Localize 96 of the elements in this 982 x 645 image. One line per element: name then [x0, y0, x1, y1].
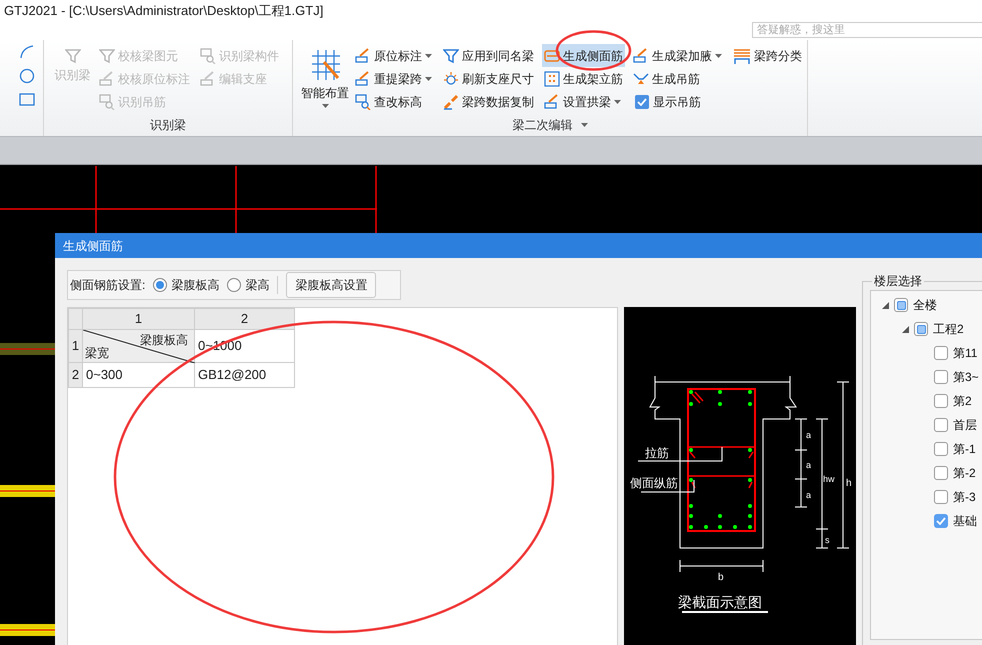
tree-checkbox[interactable]	[934, 514, 948, 528]
ribbon-button[interactable]: 重提梁跨	[353, 67, 434, 90]
column-header: 1	[82, 308, 194, 329]
caret-icon	[425, 76, 432, 80]
ribbon-button[interactable]: 梁跨数据复制	[441, 90, 536, 113]
caret-icon	[715, 54, 722, 58]
search-icon	[99, 94, 115, 110]
ribbon-button[interactable]: 梁跨分类	[731, 44, 804, 67]
radio-button[interactable]	[153, 278, 168, 292]
window-title: GTJ2021 - [C:\Users\Administrator\Desktop\工程1.GTJ]	[4, 2, 324, 20]
checkbox[interactable]	[635, 94, 649, 108]
tree-checkbox[interactable]	[934, 490, 948, 504]
dimension-label: a	[806, 430, 812, 440]
side-bar-label: 侧面纵筋	[630, 476, 678, 490]
funnel-icon	[99, 48, 115, 64]
table-cell[interactable]: 0~300	[82, 362, 194, 387]
tree-checkbox[interactable]	[934, 370, 948, 384]
funnel-icon	[64, 48, 80, 64]
ribbon-large-button[interactable]: 智能布置	[301, 44, 349, 108]
tree-item-label[interactable]: 全楼	[913, 296, 937, 314]
group-label: 识别梁	[150, 117, 186, 134]
brush-icon	[443, 94, 459, 110]
dialog-title: 生成侧面筋	[63, 238, 123, 254]
list-icon	[733, 48, 751, 64]
caret-icon	[425, 54, 432, 58]
tree-item-label[interactable]: 第-3	[953, 488, 976, 506]
ribbon-button[interactable]: 查改标高	[353, 90, 424, 113]
diagram-caption: 梁截面示意图	[678, 594, 762, 610]
row-header: 2	[68, 362, 82, 387]
tree-item-label[interactable]: 第3~	[953, 368, 979, 386]
ribbon-button[interactable]: 生成梁加腋	[631, 44, 724, 67]
ribbon-checkbox[interactable]: 显示吊筋	[631, 90, 705, 113]
pencil-icon	[200, 70, 216, 86]
tree-item-label[interactable]: 第2	[953, 392, 972, 410]
check-icon	[637, 98, 647, 106]
tree-item-label[interactable]: 第-2	[953, 464, 976, 482]
search-icon	[355, 94, 371, 110]
sun-icon	[443, 70, 459, 86]
settings-label: 侧面钢筋设置:	[70, 277, 146, 294]
tie-bar-label: 拉筋	[645, 446, 669, 460]
dimension-label: h	[846, 478, 852, 489]
ribbon-button[interactable]: 刷新支座尺寸	[441, 67, 536, 90]
tree-checkbox[interactable]	[934, 418, 948, 432]
caret-icon	[322, 104, 328, 108]
pencil-icon	[99, 70, 115, 86]
tree-item-label[interactable]: 第11	[953, 344, 978, 362]
dimension-label: a	[806, 460, 812, 470]
funnel-icon	[443, 48, 459, 64]
group-label: 梁二次编辑	[512, 117, 572, 134]
pencil-icon	[544, 94, 560, 110]
tree-item-label[interactable]: 第-1	[953, 440, 976, 458]
dimension-label: s	[825, 535, 830, 545]
rectangle-icon[interactable]	[19, 92, 35, 106]
tree-item-label[interactable]: 首层	[953, 416, 977, 434]
tree-checkbox[interactable]	[934, 346, 948, 360]
ribbon-button[interactable]: 生成吊筋	[631, 67, 702, 90]
pencil-icon	[633, 48, 649, 64]
tree-checkbox[interactable]	[894, 298, 908, 312]
corner-bottom-label: 梁宽	[85, 344, 109, 362]
row-header: 1	[68, 329, 82, 362]
ribbon-button[interactable]: 应用到同名梁	[441, 44, 536, 67]
tree-checkbox[interactable]	[934, 466, 948, 480]
corner-top-label: 梁腹板高	[140, 332, 188, 348]
dots-icon	[544, 70, 560, 86]
tree-checkbox[interactable]	[934, 442, 948, 456]
check-icon	[936, 517, 946, 525]
expand-arrow-icon[interactable]	[882, 302, 889, 308]
dimension-label: a	[806, 490, 812, 500]
tree-item-label[interactable]: 基础	[953, 512, 977, 530]
table-cell[interactable]: GB12@200	[194, 362, 294, 387]
tree-item-label[interactable]: 工程2	[933, 320, 964, 338]
circle-icon[interactable]	[19, 68, 35, 84]
ribbon-button[interactable]: 原位标注	[353, 44, 434, 67]
tree-checkbox[interactable]	[914, 322, 928, 336]
ribbon-button[interactable]: 生成架立筋	[542, 67, 625, 90]
radio-button[interactable]	[227, 278, 242, 292]
dimension-label: b	[718, 572, 724, 583]
caret-icon	[580, 123, 588, 127]
search-field[interactable]: 答疑解惑，搜这里	[752, 22, 982, 38]
tree-checkbox[interactable]	[934, 394, 948, 408]
expand-arrow-icon[interactable]	[902, 326, 909, 332]
arc-icon[interactable]	[19, 44, 35, 60]
partial-mark	[916, 324, 926, 334]
ribbon-button[interactable]: 设置拱梁	[542, 90, 623, 113]
partial-mark	[896, 300, 906, 310]
pencil-icon	[355, 48, 371, 64]
ribbon-button[interactable]: 生成侧面筋	[542, 44, 625, 67]
caret-icon	[614, 100, 621, 104]
dimension-label: hw	[823, 474, 835, 484]
radio-option[interactable]: 梁腹板高	[153, 276, 220, 294]
column-header: 2	[194, 308, 294, 329]
settings-button[interactable]: 梁腹板高设置	[286, 272, 376, 298]
pencil-icon	[355, 70, 371, 86]
radio-option[interactable]: 梁高	[227, 276, 270, 294]
search-icon	[200, 48, 216, 64]
floor-panel-title: 楼层选择	[873, 273, 923, 290]
